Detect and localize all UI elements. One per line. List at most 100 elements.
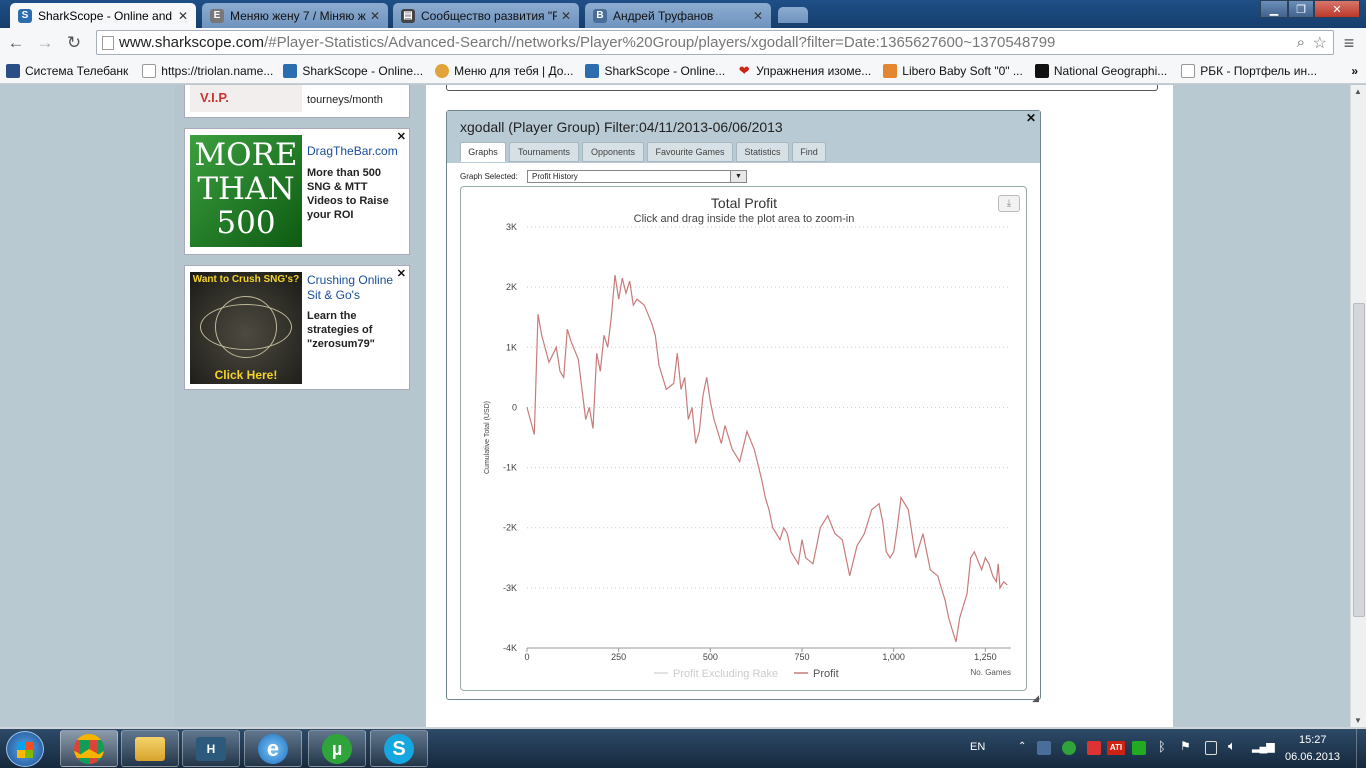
clock-date[interactable]: 06.06.2013 — [1285, 751, 1340, 763]
bookmark-item[interactable]: https://triolan.name... — [142, 63, 273, 78]
utorrent-tray-icon[interactable] — [1062, 741, 1076, 755]
windows-logo-icon — [17, 742, 33, 758]
tab-andrey[interactable]: B Андрей Труфанов ✕ — [585, 3, 771, 28]
graph-select-dropdown[interactable]: Profit History ▼ — [527, 170, 747, 183]
ad-image[interactable]: V.I.P. — [190, 85, 302, 112]
taskbar-utorrent[interactable]: µ — [308, 730, 366, 767]
forward-arrow-icon[interactable]: → — [34, 32, 56, 54]
taskbar-holdem[interactable]: H — [182, 730, 240, 767]
x-tick-label: 1,000 — [882, 652, 905, 662]
download-icon[interactable]: ⤓ — [998, 195, 1020, 212]
natgeo-icon — [1034, 63, 1049, 78]
maximize-window-button[interactable]: ❐ — [1288, 0, 1314, 18]
chevron-down-icon[interactable]: ▼ — [730, 171, 746, 182]
page-icon — [1181, 63, 1196, 78]
x-tick-label: 0 — [524, 652, 529, 662]
resize-handle-icon[interactable]: ◢ — [1032, 693, 1039, 704]
antivirus-tray-icon[interactable] — [1087, 741, 1101, 755]
y-tick-label: -1K — [503, 463, 517, 473]
ad-image[interactable]: Want to Crush SNG's? Click Here! — [190, 272, 302, 384]
tab-close-icon[interactable]: ✕ — [370, 9, 380, 23]
start-button[interactable] — [6, 731, 44, 767]
minimize-window-button[interactable]: ▁ — [1260, 0, 1288, 18]
volume-icon[interactable]: 🔈︎ — [1228, 738, 1236, 754]
address-bar[interactable]: www.sharkscope.com/#Player-Statistics/Ad… — [96, 30, 1334, 55]
tab-close-icon[interactable]: ✕ — [561, 9, 571, 23]
url-host: www.sharkscope.com — [119, 34, 265, 51]
tab-favourite-games[interactable]: Favourite Games — [647, 142, 733, 162]
tab-menyayu-zhenu[interactable]: E Меняю жену 7 / Міняю ж ✕ — [202, 3, 388, 28]
reload-icon[interactable]: ↻ — [63, 32, 85, 54]
tab-graphs[interactable]: Graphs — [460, 142, 506, 162]
graph-select-value: Profit History — [532, 172, 578, 181]
bluetooth-icon[interactable]: ᛒ — [1158, 739, 1166, 754]
panel-close-icon[interactable]: ✕ — [1026, 111, 1036, 125]
tab-soobshchestvo[interactable]: ▤ Сообщество развития "R ✕ — [393, 3, 579, 28]
y-tick-label: -4K — [503, 643, 517, 653]
network-signal-icon[interactable]: ▂▄▆ — [1252, 740, 1275, 753]
vk-tray-icon[interactable] — [1037, 741, 1051, 755]
search-icon[interactable]: ⌕ — [1297, 34, 1305, 51]
bank-icon — [6, 63, 20, 78]
ad-title[interactable]: Crushing Online Sit & Go's — [307, 273, 407, 303]
tab-close-icon[interactable]: ✕ — [178, 9, 188, 23]
taskbar-ie[interactable]: e — [244, 730, 302, 767]
legend-item: Profit Excluding Rake — [673, 668, 778, 680]
tab-statistics[interactable]: Statistics — [736, 142, 789, 162]
bookmark-item[interactable]: Система Телебанк — [6, 63, 128, 78]
language-indicator[interactable]: EN — [970, 741, 985, 753]
player-stats-panel: xgodall (Player Group) Filter:04/11/2013… — [446, 110, 1041, 703]
new-tab-button[interactable] — [778, 7, 808, 23]
tab-title: Андрей Труфанов — [613, 8, 714, 23]
bookmark-star-icon[interactable]: ☆ — [1313, 33, 1327, 53]
action-center-flag-icon[interactable]: ⚑ — [1180, 739, 1191, 753]
profit-chart[interactable]: Total Profit Click and drag inside the pl… — [461, 187, 1028, 692]
ati-tray-icon[interactable]: ATI — [1107, 741, 1125, 755]
scroll-up-arrow-icon[interactable]: ▲ — [1354, 87, 1362, 96]
tab-find[interactable]: Find — [792, 142, 826, 162]
bookmark-item[interactable]: Libero Baby Soft "0" ... — [883, 63, 1023, 78]
clock-time[interactable]: 15:27 — [1299, 734, 1327, 746]
taskbar-skype[interactable]: S — [370, 730, 428, 767]
tab-opponents[interactable]: Opponents — [582, 142, 644, 162]
taskbar-chrome[interactable] — [60, 730, 118, 767]
bookmark-item[interactable]: SharkScope - Online... — [585, 63, 725, 78]
x-tick-label: 1,250 — [974, 652, 997, 662]
bookmark-item[interactable]: ❤ Упражнения изоме... — [737, 63, 872, 78]
page-scrollbar[interactable]: ▲ ▼ — [1350, 85, 1366, 727]
close-window-button[interactable]: ✕ — [1314, 0, 1360, 18]
taskbar-explorer[interactable] — [121, 730, 179, 767]
ad-description: More than 500 SNG & MTT Videos to Raise … — [307, 167, 389, 221]
ad-image[interactable]: MORE THAN 500 — [190, 135, 302, 247]
tab-close-icon[interactable]: ✕ — [753, 9, 763, 23]
tab-tournaments[interactable]: Tournaments — [509, 142, 579, 162]
scrollbar-thumb[interactable] — [1353, 303, 1365, 617]
ad-dragthebar[interactable]: ✕ MORE THAN 500 DragTheBar.com More than… — [184, 128, 410, 255]
chrome-icon — [74, 733, 104, 764]
ad-description: tourneys/month — [307, 94, 383, 106]
bookmark-item[interactable]: РБК - Портфель ин... — [1181, 63, 1317, 78]
libero-icon — [883, 63, 898, 78]
bookmark-item[interactable]: Меню для тебя | До... — [435, 63, 573, 78]
ad-close-icon[interactable]: ✕ — [397, 130, 406, 143]
tray-expand-icon[interactable]: ⌃ — [1018, 741, 1026, 752]
check-tray-icon[interactable] — [1132, 741, 1146, 755]
device-tray-icon[interactable] — [1205, 741, 1217, 755]
skype-icon: S — [384, 733, 414, 764]
ad-crushing-sng[interactable]: ✕ Want to Crush SNG's? Click Here! Crush… — [184, 265, 410, 390]
bookmark-item[interactable]: National Geographi... — [1034, 63, 1167, 78]
chart-container[interactable]: Total Profit Click and drag inside the pl… — [460, 186, 1027, 691]
back-arrow-icon[interactable]: ← — [5, 32, 27, 54]
y-tick-label: 2K — [506, 282, 517, 292]
more-bookmarks-button[interactable]: » — [1351, 64, 1358, 78]
ad-title[interactable]: DragTheBar.com — [307, 144, 398, 159]
menu-wrench-icon[interactable]: ≡ — [1338, 32, 1360, 54]
tab-sharkscope[interactable]: S SharkScope - Online and L ✕ — [10, 3, 196, 28]
ad-vip[interactable]: V.I.P. tourneys/month — [184, 85, 410, 118]
holdem-manager-icon: H — [196, 736, 226, 761]
show-desktop-button[interactable] — [1356, 729, 1366, 768]
bookmark-item[interactable]: SharkScope - Online... — [283, 63, 423, 78]
folder-icon — [135, 736, 165, 761]
y-tick-label: -2K — [503, 523, 517, 533]
scroll-down-arrow-icon[interactable]: ▼ — [1354, 716, 1362, 725]
